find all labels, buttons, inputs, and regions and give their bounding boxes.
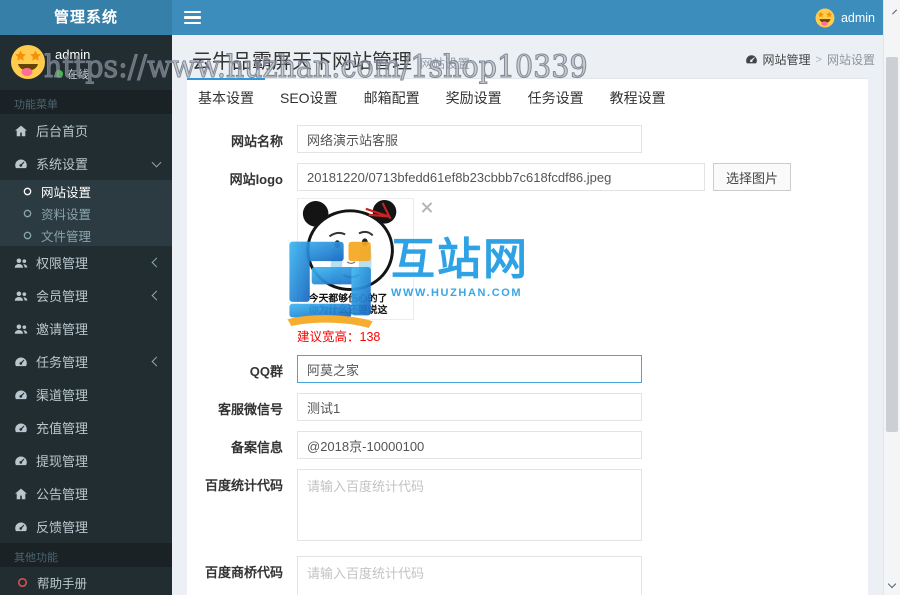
logo-size-hint: 建议宽高：138 xyxy=(297,330,381,344)
circle-icon xyxy=(22,208,33,219)
sidebar-section-main: 功能菜单 xyxy=(0,90,172,114)
gauge-icon xyxy=(14,454,28,468)
wechat-input[interactable] xyxy=(297,393,642,421)
sidebar-user-panel: admin 在线 xyxy=(0,35,172,90)
online-status-icon xyxy=(55,70,63,78)
users-icon xyxy=(14,289,28,303)
user-avatar xyxy=(815,8,835,28)
basic-settings-form: 网站名称 网站logo 选择图片 xyxy=(187,117,868,595)
icp-label: 备案信息 xyxy=(230,440,283,455)
sidebar-item-system-settings[interactable]: 系统设置 xyxy=(0,147,172,180)
sidebar-item-home[interactable]: 后台首页 xyxy=(0,114,172,147)
sidebar-item-invitations[interactable]: 邀请管理 xyxy=(0,312,172,345)
gauge-icon xyxy=(14,421,28,435)
tab-email-config[interactable]: 邮箱配置 xyxy=(353,79,431,117)
tab-task-settings[interactable]: 任务设置 xyxy=(517,79,595,117)
chevron-left-icon xyxy=(151,257,162,268)
home-icon xyxy=(14,487,28,501)
circle-icon xyxy=(16,576,29,589)
meme-caption-line1: 今天都够伤心的了 xyxy=(308,291,388,304)
app-brand: 管理系统 xyxy=(0,0,172,35)
home-icon xyxy=(14,124,28,138)
breadcrumb-current: 网站设置 xyxy=(826,53,875,67)
tab-basic-settings[interactable]: 基本设置 xyxy=(187,78,265,117)
avatar xyxy=(10,44,46,80)
sidebar-item-permissions[interactable]: 权限管理 xyxy=(0,246,172,279)
scrollbar-thumb[interactable] xyxy=(886,57,898,432)
chevron-left-icon xyxy=(151,290,162,301)
gauge-icon xyxy=(745,53,758,66)
tab-seo-settings[interactable]: SEO设置 xyxy=(269,79,349,117)
page-subtitle: 网站设置 xyxy=(420,57,471,71)
sidebar-item-feedback[interactable]: 反馈管理 xyxy=(0,510,172,543)
main-content: 云牛品霸屏天下网站管理 网站设置 网站管理 > 网站设置 基本设置 SEO设置 … xyxy=(172,35,883,595)
topbar-username: admin xyxy=(840,10,875,25)
settings-tabs: 基本设置 SEO设置 邮箱配置 奖励设置 任务设置 教程设置 xyxy=(187,78,868,117)
chevron-left-icon xyxy=(151,356,162,367)
sidebar-subitem-website-settings[interactable]: 网站设置 xyxy=(0,180,172,202)
sidebar-subitem-profile-settings[interactable]: 资料设置 xyxy=(0,202,172,224)
gauge-icon xyxy=(14,520,28,534)
wechat-label: 客服微信号 xyxy=(217,402,283,417)
sidebar-item-members[interactable]: 会员管理 xyxy=(0,279,172,312)
breadcrumb-root[interactable]: 网站管理 xyxy=(763,51,811,68)
baidu-bridge-label: 百度商桥代码 xyxy=(204,565,283,580)
circle-icon xyxy=(22,186,33,197)
sidebar-subitem-file-management[interactable]: 文件管理 xyxy=(0,224,172,246)
remove-logo-icon[interactable] xyxy=(420,201,433,214)
page-title: 云牛品霸屏天下网站管理 xyxy=(192,51,412,73)
tab-reward-settings[interactable]: 奖励设置 xyxy=(435,79,513,117)
baidu-stats-textarea[interactable] xyxy=(297,469,642,541)
top-navbar: 管理系统 admin xyxy=(0,0,883,35)
app-window: 管理系统 admin admin 在线 功能菜单 后台首页 系统设置 网站设置 … xyxy=(0,0,900,595)
sidebar: admin 在线 功能菜单 后台首页 系统设置 网站设置 资料设置 文件管理 权… xyxy=(0,35,172,595)
logo-preview: 今天都够伤心的了 你为什么还要说这 xyxy=(297,198,414,320)
topbar-user-menu[interactable]: admin xyxy=(815,8,875,28)
users-icon xyxy=(14,322,28,336)
site-name-input[interactable] xyxy=(297,125,642,153)
choose-image-button[interactable]: 选择图片 xyxy=(713,163,792,191)
vertical-scrollbar[interactable] xyxy=(883,0,900,595)
baidu-stats-label: 百度统计代码 xyxy=(204,478,283,493)
site-name-label: 网站名称 xyxy=(230,134,283,149)
meme-caption-line2: 你为什么还要说这 xyxy=(308,303,388,316)
sidebar-item-channels[interactable]: 渠道管理 xyxy=(0,378,172,411)
tab-tutorial-settings[interactable]: 教程设置 xyxy=(599,79,677,117)
qq-group-label: QQ群 xyxy=(249,364,283,379)
sidebar-username: admin xyxy=(55,47,91,62)
system-settings-submenu: 网站设置 资料设置 文件管理 xyxy=(0,180,172,246)
sidebar-item-tasks[interactable]: 任务管理 xyxy=(0,345,172,378)
users-icon xyxy=(14,256,28,270)
online-status-label: 在线 xyxy=(67,69,89,81)
breadcrumb-separator: > xyxy=(815,53,822,66)
baidu-bridge-textarea[interactable] xyxy=(297,556,642,595)
circle-icon xyxy=(22,230,33,241)
chevron-down-icon xyxy=(151,157,162,167)
gauge-icon xyxy=(14,355,28,369)
scroll-down-button[interactable] xyxy=(884,577,900,594)
logo-preview-image: 今天都够伤心的了 你为什么还要说这 xyxy=(299,199,412,319)
sidebar-item-announcements[interactable]: 公告管理 xyxy=(0,477,172,510)
navbar: admin xyxy=(172,0,883,35)
site-logo-input[interactable] xyxy=(297,163,705,191)
qq-group-input[interactable] xyxy=(297,355,642,383)
sidebar-item-withdrawals[interactable]: 提现管理 xyxy=(0,444,172,477)
gauge-icon xyxy=(14,157,28,171)
sidebar-toggle-icon[interactable] xyxy=(184,11,201,24)
sidebar-item-help-manual[interactable]: 帮助手册 xyxy=(0,567,172,595)
icp-input[interactable] xyxy=(297,431,642,459)
sidebar-item-recharge[interactable]: 充值管理 xyxy=(0,411,172,444)
breadcrumb: 网站管理 > 网站设置 xyxy=(745,51,875,68)
sidebar-section-other: 其他功能 xyxy=(0,543,172,567)
scroll-up-button[interactable] xyxy=(884,1,900,19)
gauge-icon xyxy=(14,388,28,402)
settings-card: 基本设置 SEO设置 邮箱配置 奖励设置 任务设置 教程设置 网站名称 网站lo… xyxy=(187,78,868,595)
content-header: 云牛品霸屏天下网站管理 网站设置 网站管理 > 网站设置 xyxy=(172,35,883,78)
site-logo-label: 网站logo xyxy=(229,172,283,187)
